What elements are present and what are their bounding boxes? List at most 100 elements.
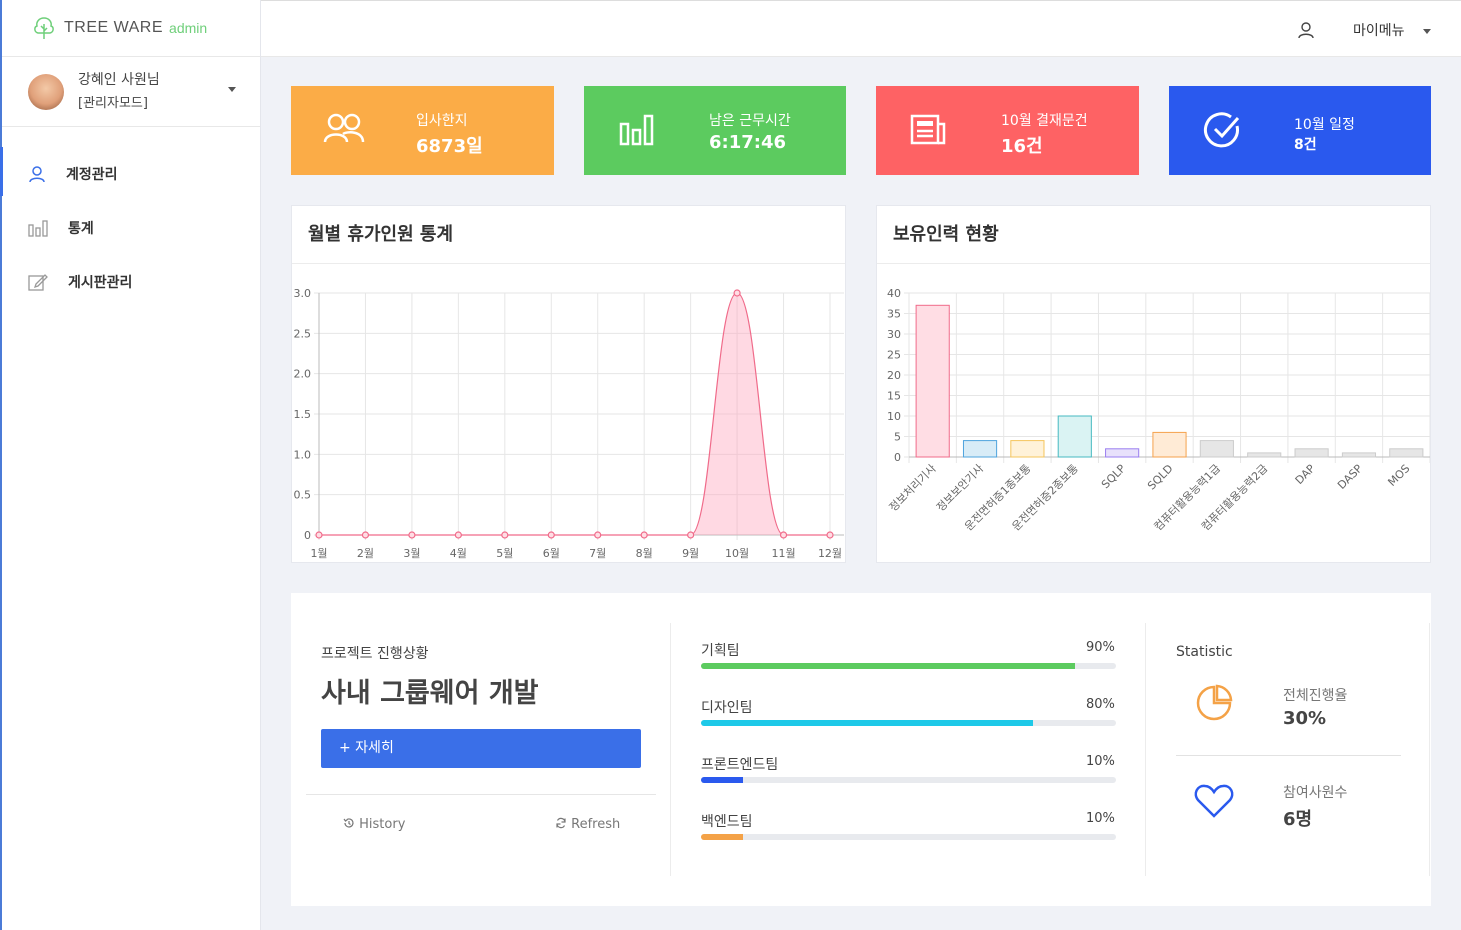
team-label: 백엔드팀 xyxy=(701,814,753,830)
divider xyxy=(670,623,671,876)
data-point xyxy=(454,531,462,539)
card-work-time[interactable]: 남은 근무시간 6:17:46 xyxy=(584,86,846,175)
user-profile[interactable]: 강혜인 사원님 [관리자모드] xyxy=(2,57,260,127)
bar-chart-icon xyxy=(619,114,654,146)
logo-admin-label: admin xyxy=(169,20,208,36)
x-tick-label: 11월 xyxy=(771,547,795,560)
x-tick-label: 정보처리기사 xyxy=(887,462,939,514)
bar xyxy=(1247,452,1282,458)
user-icon[interactable] xyxy=(1297,21,1315,39)
stat-value: 6명 xyxy=(1283,809,1313,830)
people-icon xyxy=(323,113,365,143)
sidebar-item-label: 계정관리 xyxy=(66,167,118,183)
progress-bar xyxy=(701,834,1116,840)
panel-title: 보유인력 현황 xyxy=(877,206,1430,264)
bar xyxy=(1152,431,1187,458)
bar xyxy=(962,440,998,458)
x-tick-label: MOS xyxy=(1385,462,1412,489)
y-tick-label: 10 xyxy=(887,410,901,423)
logo[interactable]: TREE WARE admin xyxy=(2,0,260,57)
avatar xyxy=(28,73,64,110)
y-tick-label: 0 xyxy=(894,451,901,464)
y-tick-label: 40 xyxy=(887,287,901,300)
progress-fill xyxy=(701,777,743,783)
card-approvals[interactable]: 10월 결재문건 16건 xyxy=(876,86,1139,175)
my-menu-button[interactable]: 마이메뉴 xyxy=(1353,20,1405,40)
sidebar: TREE WARE admin 강혜인 사원님 [관리자모드] 계정관리 통계 xyxy=(0,0,261,930)
bar xyxy=(1389,448,1424,458)
logo-text: TREE WARE xyxy=(64,19,164,36)
skill-chart: 0510152025303540정보처리기사정보보안기사운전면허증1종보통운전면… xyxy=(887,287,1430,533)
stat-label: 참여사원수 xyxy=(1283,785,1348,801)
card-schedule[interactable]: 10월 일정 8건 xyxy=(1169,86,1431,175)
chevron-down-icon[interactable] xyxy=(228,87,236,92)
y-tick-label: 5 xyxy=(894,431,901,444)
x-tick-label: SQLD xyxy=(1145,462,1176,493)
card-label: 입사한지 xyxy=(416,113,468,129)
project-title: 사내 그룹웨어 개발 xyxy=(321,678,539,709)
progress-bar xyxy=(701,663,1116,669)
skill-chart-panel: 보유인력 현황 0 5 10 15 20 25 30 35 40 정보처리기사 정보보안기사 운전면허… xyxy=(876,205,1431,563)
team-percent: 10% xyxy=(1086,754,1115,769)
x-tick-label: DAP xyxy=(1293,462,1318,487)
sidebar-item-board[interactable]: 게시판관리 xyxy=(2,255,260,309)
history-icon xyxy=(343,818,354,828)
user-name: 강혜인 사원님 xyxy=(78,71,160,88)
divider xyxy=(1429,623,1430,876)
card-tenure[interactable]: 입사한지 6873일 xyxy=(291,86,554,175)
y-tick-label: 20 xyxy=(887,369,901,382)
divider xyxy=(1176,755,1401,756)
card-value: 8건 xyxy=(1294,137,1317,153)
team-percent: 10% xyxy=(1086,811,1115,826)
project-panel: 프로젝트 진행상황 사내 그룹웨어 개발 + 자세히 History Refre… xyxy=(291,593,1431,906)
sidebar-item-account[interactable]: 계정관리 xyxy=(0,147,260,201)
data-point xyxy=(687,531,695,539)
refresh-label: Refresh xyxy=(571,817,621,832)
data-point xyxy=(826,531,834,539)
data-point xyxy=(594,531,602,539)
progress-fill xyxy=(701,663,1075,669)
y-tick-label: 1.5 xyxy=(294,408,312,421)
history-link[interactable]: History xyxy=(343,817,405,832)
panel-title: 월별 휴가인원 통계 xyxy=(292,206,845,264)
bar xyxy=(1199,440,1234,458)
edit-icon xyxy=(28,274,48,291)
sidebar-item-stats[interactable]: 통계 xyxy=(2,201,260,255)
data-point xyxy=(640,531,648,539)
vacation-chart: 0 0.5 1.0 1.5 2.0 2.5 3.0 1월 2월 3월 4월 5월 6월 7월 8월 9월 10월… xyxy=(294,287,844,560)
project-detail-button[interactable]: + 자세히 xyxy=(321,729,641,768)
progress-bar xyxy=(701,720,1116,726)
x-tick-label: 8월 xyxy=(636,547,653,560)
bar xyxy=(1294,448,1329,458)
x-tick-label: 12월 xyxy=(818,547,842,560)
y-tick-label: 30 xyxy=(887,328,901,341)
x-tick-label: 5월 xyxy=(496,547,513,560)
bar xyxy=(915,304,950,458)
x-tick-label: 정보보안기사 xyxy=(934,462,986,514)
heart-icon xyxy=(1194,784,1234,818)
tree-logo-icon xyxy=(34,17,54,39)
x-tick-label: 6월 xyxy=(543,547,560,560)
bar-chart-icon xyxy=(28,220,48,237)
y-tick-label: 35 xyxy=(887,308,901,321)
bar xyxy=(1010,440,1045,458)
card-value: 6873일 xyxy=(416,136,483,157)
stat-value: 30% xyxy=(1283,708,1327,729)
team-percent: 90% xyxy=(1086,640,1115,655)
pie-chart-icon xyxy=(1196,684,1233,721)
chevron-down-icon[interactable] xyxy=(1423,29,1431,34)
sidebar-item-label: 통계 xyxy=(68,221,94,237)
refresh-icon xyxy=(556,817,566,829)
refresh-link[interactable]: Refresh xyxy=(555,817,620,832)
divider xyxy=(306,794,656,795)
project-label: 프로젝트 진행상황 xyxy=(321,646,429,662)
data-point xyxy=(779,531,788,539)
x-tick-label: 1월 xyxy=(310,547,327,560)
data-point xyxy=(501,531,509,539)
card-label: 10월 결재문건 xyxy=(1001,113,1088,129)
stat-label: 전체진행율 xyxy=(1283,688,1348,704)
card-label: 10월 일정 xyxy=(1294,117,1355,133)
card-label: 남은 근무시간 xyxy=(709,113,791,129)
x-tick-label: DASP xyxy=(1335,462,1365,492)
data-point xyxy=(361,531,370,539)
